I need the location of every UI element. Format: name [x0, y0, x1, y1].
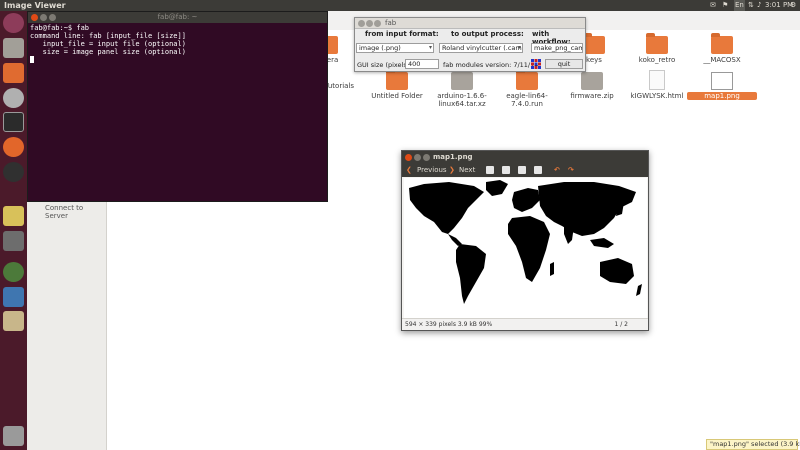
grid-icon[interactable]: [531, 59, 541, 69]
input-format-select[interactable]: image (.png) ▾: [356, 43, 434, 53]
fab-titlebar[interactable]: fab: [355, 18, 585, 29]
gui-size-label: GUI size (pixels):: [357, 61, 412, 69]
terminal-title: fab@fab: ~: [157, 13, 198, 21]
file-item[interactable]: kIGWLYSK.html: [622, 70, 692, 100]
terminal-window[interactable]: fab@fab: ~ fab@fab:~$ fab command line: f…: [27, 11, 328, 202]
minimize-icon[interactable]: [414, 154, 421, 161]
viewer-toolbar: ❮ Previous ❯ Next ↶ ↷: [402, 163, 648, 177]
clock[interactable]: 3:01 PM: [765, 0, 793, 11]
mail-icon[interactable]: ✉: [710, 0, 716, 11]
bluetooth-icon[interactable]: ⚑: [722, 0, 728, 11]
html-document-icon: [649, 70, 665, 90]
file-item[interactable]: eagle-lin64-7.4.0.run: [492, 69, 562, 108]
previous-button[interactable]: Previous: [417, 163, 447, 177]
terminal-icon[interactable]: [3, 112, 24, 132]
folder-icon: [646, 33, 668, 54]
fab-dialog[interactable]: fab from input format: to output process…: [354, 17, 586, 72]
active-app-title: Image Viewer: [4, 1, 66, 10]
fab-title: fab: [385, 19, 397, 27]
terminal-line: fab@fab:~$ fab: [30, 24, 90, 32]
selection-status-notification: "map1.png" selected (3.9 kB): [706, 439, 800, 450]
image-canvas[interactable]: [404, 178, 647, 319]
input-format-heading: from input format:: [365, 30, 439, 38]
file-item[interactable]: arduino-1.6.6-linux64.tar.xz: [427, 72, 497, 108]
network-icon[interactable]: ⇅: [748, 0, 754, 11]
top-panel: Image Viewer ✉ ⚑ En ⇅ ♪ 3:01 PM ⚙: [0, 0, 800, 11]
folder-icon: [583, 33, 605, 54]
image-info: 594 × 339 pixels 3.9 kB 99%: [405, 321, 493, 328]
viewer-statusbar: 594 × 339 pixels 3.9 kB 99% 1 / 2: [402, 318, 648, 330]
output-process-heading: to output process:: [451, 30, 524, 38]
page-counter: 1 / 2: [614, 321, 628, 328]
folder-icon: [711, 33, 733, 54]
trash-icon[interactable]: [3, 426, 24, 446]
zoom-normal-icon[interactable]: [518, 166, 526, 174]
terminal-line: command line: fab [input_file [size]]: [30, 32, 186, 40]
file-item-selected[interactable]: map1.png: [687, 72, 757, 100]
minimize-icon[interactable]: [366, 20, 373, 27]
terminal-line: size = image panel size (optional): [30, 48, 186, 56]
previous-arrow-icon[interactable]: ❮: [406, 163, 412, 177]
terminal-output[interactable]: fab@fab:~$ fab command line: fab [input_f…: [28, 23, 327, 65]
zoom-in-icon[interactable]: [486, 166, 494, 174]
gui-size-input[interactable]: 400: [405, 59, 439, 69]
inkscape-icon[interactable]: [3, 162, 24, 182]
close-icon[interactable]: [358, 20, 365, 27]
file-item[interactable]: Untitled Folder: [362, 69, 432, 100]
image-thumbnail-icon: [711, 72, 733, 90]
next-button[interactable]: Next: [459, 163, 475, 177]
minimize-icon[interactable]: [40, 14, 47, 21]
terminal-cursor: [30, 56, 34, 63]
image-viewer-window[interactable]: map1.png ❮ Previous ❯ Next ↶ ↷ 594 × 339…: [401, 150, 649, 331]
workflow-field[interactable]: make_png_camm: [531, 43, 583, 53]
keyboard-layout-indicator[interactable]: En: [734, 0, 745, 11]
version-label: fab modules version: 7/11/14: [443, 61, 539, 69]
quit-button[interactable]: quit: [545, 59, 583, 69]
system-settings-icon[interactable]: [3, 88, 24, 108]
close-icon[interactable]: [405, 154, 412, 161]
maximize-icon[interactable]: [49, 14, 56, 21]
app-icon[interactable]: [3, 262, 24, 282]
terminal-titlebar[interactable]: fab@fab: ~: [28, 12, 327, 23]
software-center-icon[interactable]: [3, 63, 24, 83]
chevron-down-icon: ▾: [517, 44, 521, 51]
python-icon[interactable]: [3, 287, 24, 307]
package-icon: [451, 72, 473, 90]
files-icon[interactable]: [3, 38, 24, 58]
gear-icon[interactable]: ⚙: [790, 0, 796, 11]
viewer-title: map1.png: [433, 153, 473, 161]
output-process-select[interactable]: Roland vinylcutter (.camm) ▾: [439, 43, 523, 53]
next-arrow-icon[interactable]: ❯: [449, 163, 455, 177]
rotate-left-icon[interactable]: ↶: [554, 163, 560, 177]
launcher: [0, 11, 27, 450]
terminal-line: input_file = input file (optional): [30, 40, 186, 48]
firefox-icon[interactable]: [3, 137, 24, 157]
viewer-titlebar[interactable]: map1.png: [402, 151, 648, 163]
maximize-icon[interactable]: [374, 20, 381, 27]
folder-icon: [386, 69, 408, 90]
volume-icon[interactable]: ♪: [757, 0, 761, 11]
archive-icon[interactable]: [3, 311, 24, 331]
world-map-image: [409, 180, 642, 304]
zip-icon: [581, 72, 603, 90]
chevron-down-icon: ▾: [428, 44, 432, 51]
libreoffice-impress-icon[interactable]: [3, 206, 24, 226]
close-icon[interactable]: [31, 14, 38, 21]
gimp-icon[interactable]: [3, 231, 24, 251]
file-item[interactable]: __MACOSX: [687, 33, 757, 64]
maximize-icon[interactable]: [423, 154, 430, 161]
zoom-out-icon[interactable]: [502, 166, 510, 174]
rotate-right-icon[interactable]: ↷: [568, 163, 574, 177]
connect-to-server-item[interactable]: Connect to Server: [45, 204, 106, 220]
folder-icon: [516, 69, 538, 90]
file-item[interactable]: firmware.zip: [557, 72, 627, 100]
dash-home-icon[interactable]: [3, 13, 24, 33]
file-item[interactable]: koko_retro: [622, 33, 692, 64]
zoom-fit-icon[interactable]: [534, 166, 542, 174]
